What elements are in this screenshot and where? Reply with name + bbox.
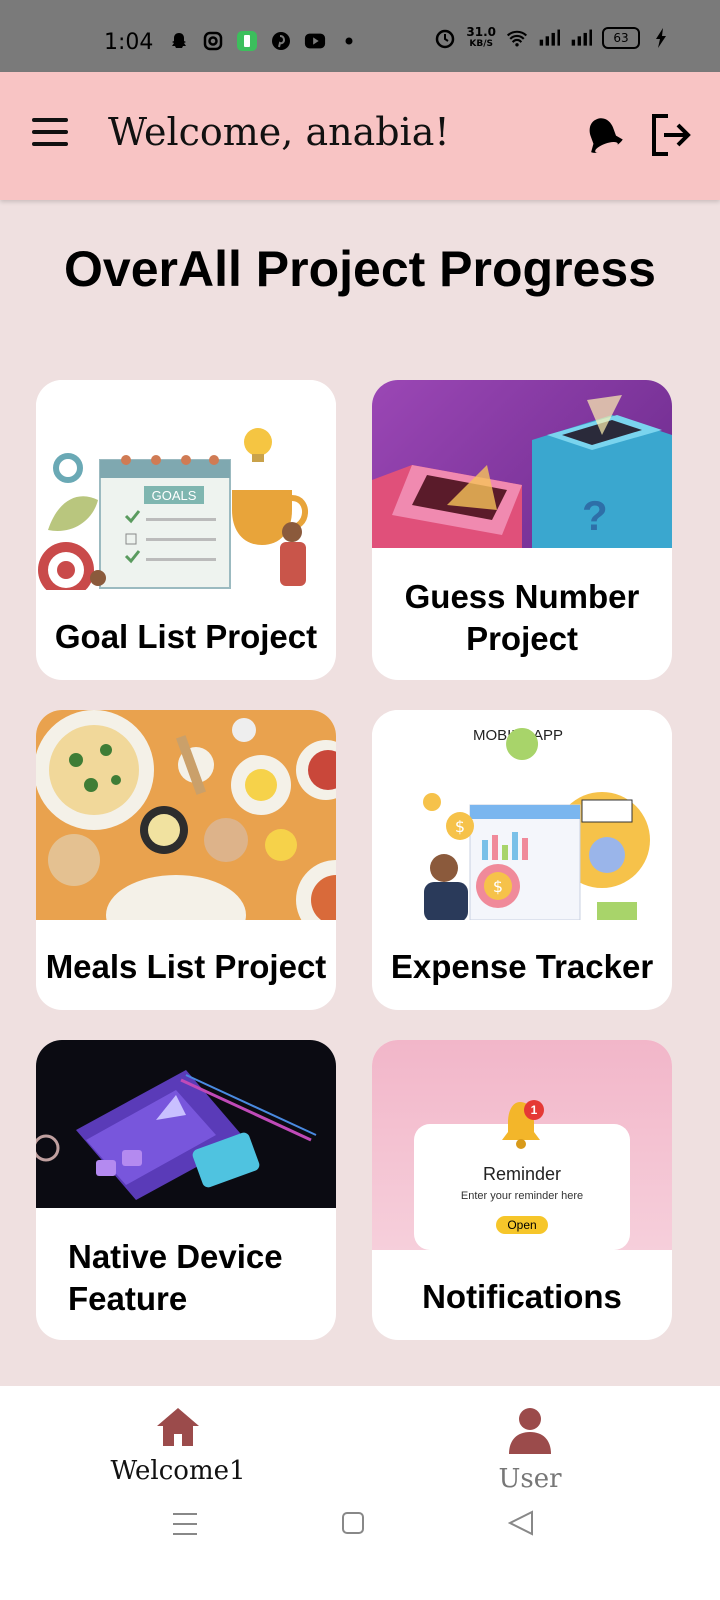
signal-icon: [538, 27, 560, 49]
charging-icon: [650, 27, 672, 49]
snapchat-icon: [168, 30, 190, 52]
home-system-button[interactable]: [341, 1511, 365, 1539]
meals-list-project-card[interactable]: Meals List Project: [36, 710, 336, 1010]
menu-lines-icon: [173, 1513, 197, 1535]
card-label: Meals List Project: [45, 948, 327, 985]
pinterest-icon: [270, 30, 292, 52]
status-bar: 1:04 31.0 KB/S 63: [0, 0, 720, 72]
square-icon: [342, 1512, 364, 1534]
user-icon: [509, 1408, 551, 1454]
nav-item-user[interactable]: User: [450, 1406, 610, 1494]
expense-tracker-card[interactable]: MOBILE APP $ $ Expense Tracker: [372, 710, 672, 1010]
app-icon: [236, 30, 258, 52]
expense-illustration: MOBILE APP $ $: [372, 710, 672, 920]
back-system-button[interactable]: [507, 1510, 534, 1540]
notification-bell-button[interactable]: [580, 112, 628, 160]
system-navigation-bar: [0, 1510, 720, 1550]
menu-button[interactable]: [32, 118, 68, 146]
alarm-icon: [434, 27, 456, 49]
status-time: 1:04: [104, 30, 154, 55]
native-device-illustration: [36, 1040, 336, 1208]
recent-apps-button[interactable]: [172, 1512, 198, 1540]
goals-illustration: GOALS: [36, 380, 336, 590]
page-title: OverAll Project Progress: [64, 241, 656, 297]
goal-list-project-card[interactable]: GOALS Goal List Project: [36, 380, 336, 680]
card-label-line-1: Native Device: [68, 1238, 283, 1275]
mystery-boxes-illustration: ?: [372, 380, 672, 548]
bell-icon: [589, 118, 623, 154]
nav-label-welcome: Welcome1: [110, 1456, 246, 1486]
card-label-line-2: Project: [466, 620, 578, 657]
app-bar: Welcome, anabia!: [0, 72, 720, 200]
network-speed: 31.0 KB/S: [466, 26, 496, 50]
youtube-icon: [304, 30, 326, 52]
reminder-illustration: Reminder Enter your reminder here Open 1: [372, 1040, 672, 1250]
svg-text:$: $: [493, 877, 503, 896]
question-mark-image-text: ?: [582, 492, 608, 539]
nav-label-user: User: [498, 1464, 562, 1494]
back-triangle-icon: [507, 1510, 533, 1536]
goals-image-text: GOALS: [152, 488, 197, 503]
card-label: Notifications: [422, 1278, 622, 1315]
svg-text:$: $: [455, 817, 465, 836]
reminder-open-button: Open: [496, 1216, 548, 1234]
menu-icon-line: [32, 118, 68, 122]
signal-2-icon: [570, 27, 592, 49]
meals-photo: [36, 710, 336, 920]
status-system-icons: 31.0 KB/S 63: [434, 26, 672, 50]
battery-indicator: 63: [602, 27, 640, 49]
notifications-card[interactable]: Reminder Enter your reminder here Open 1…: [372, 1040, 672, 1340]
wifi-icon: [506, 27, 528, 49]
instagram-icon: [202, 30, 224, 52]
status-notification-icons: [168, 30, 360, 52]
card-label: Goal List Project: [54, 618, 318, 655]
reminder-subtitle: Enter your reminder here: [460, 1190, 584, 1202]
nav-item-welcome[interactable]: Welcome1: [98, 1406, 258, 1486]
card-label: Expense Tracker: [390, 948, 654, 985]
card-label: Native Device Feature: [36, 1236, 336, 1320]
menu-icon-line: [32, 142, 68, 146]
bottom-navigation: Welcome1 User: [0, 1386, 720, 1600]
welcome-title: Welcome, anabia!: [108, 110, 450, 154]
network-speed-unit: KB/S: [469, 39, 493, 49]
menu-icon-line: [32, 130, 68, 134]
logout-icon: [652, 114, 691, 156]
guess-number-project-card[interactable]: ? Guess Number Project: [372, 380, 672, 680]
card-label-line-2: Feature: [68, 1280, 188, 1317]
home-icon: [157, 1408, 199, 1446]
network-speed-value: 31.0: [466, 25, 496, 39]
notification-badge: 1: [524, 1100, 544, 1120]
reminder-title: Reminder: [482, 1164, 562, 1184]
more-dot-icon: [338, 30, 360, 52]
card-label-line-1: Guess Number: [404, 578, 640, 615]
logout-button[interactable]: [648, 112, 696, 160]
card-label: Guess Number Project: [372, 576, 672, 660]
native-device-feature-card[interactable]: Native Device Feature: [36, 1040, 336, 1340]
